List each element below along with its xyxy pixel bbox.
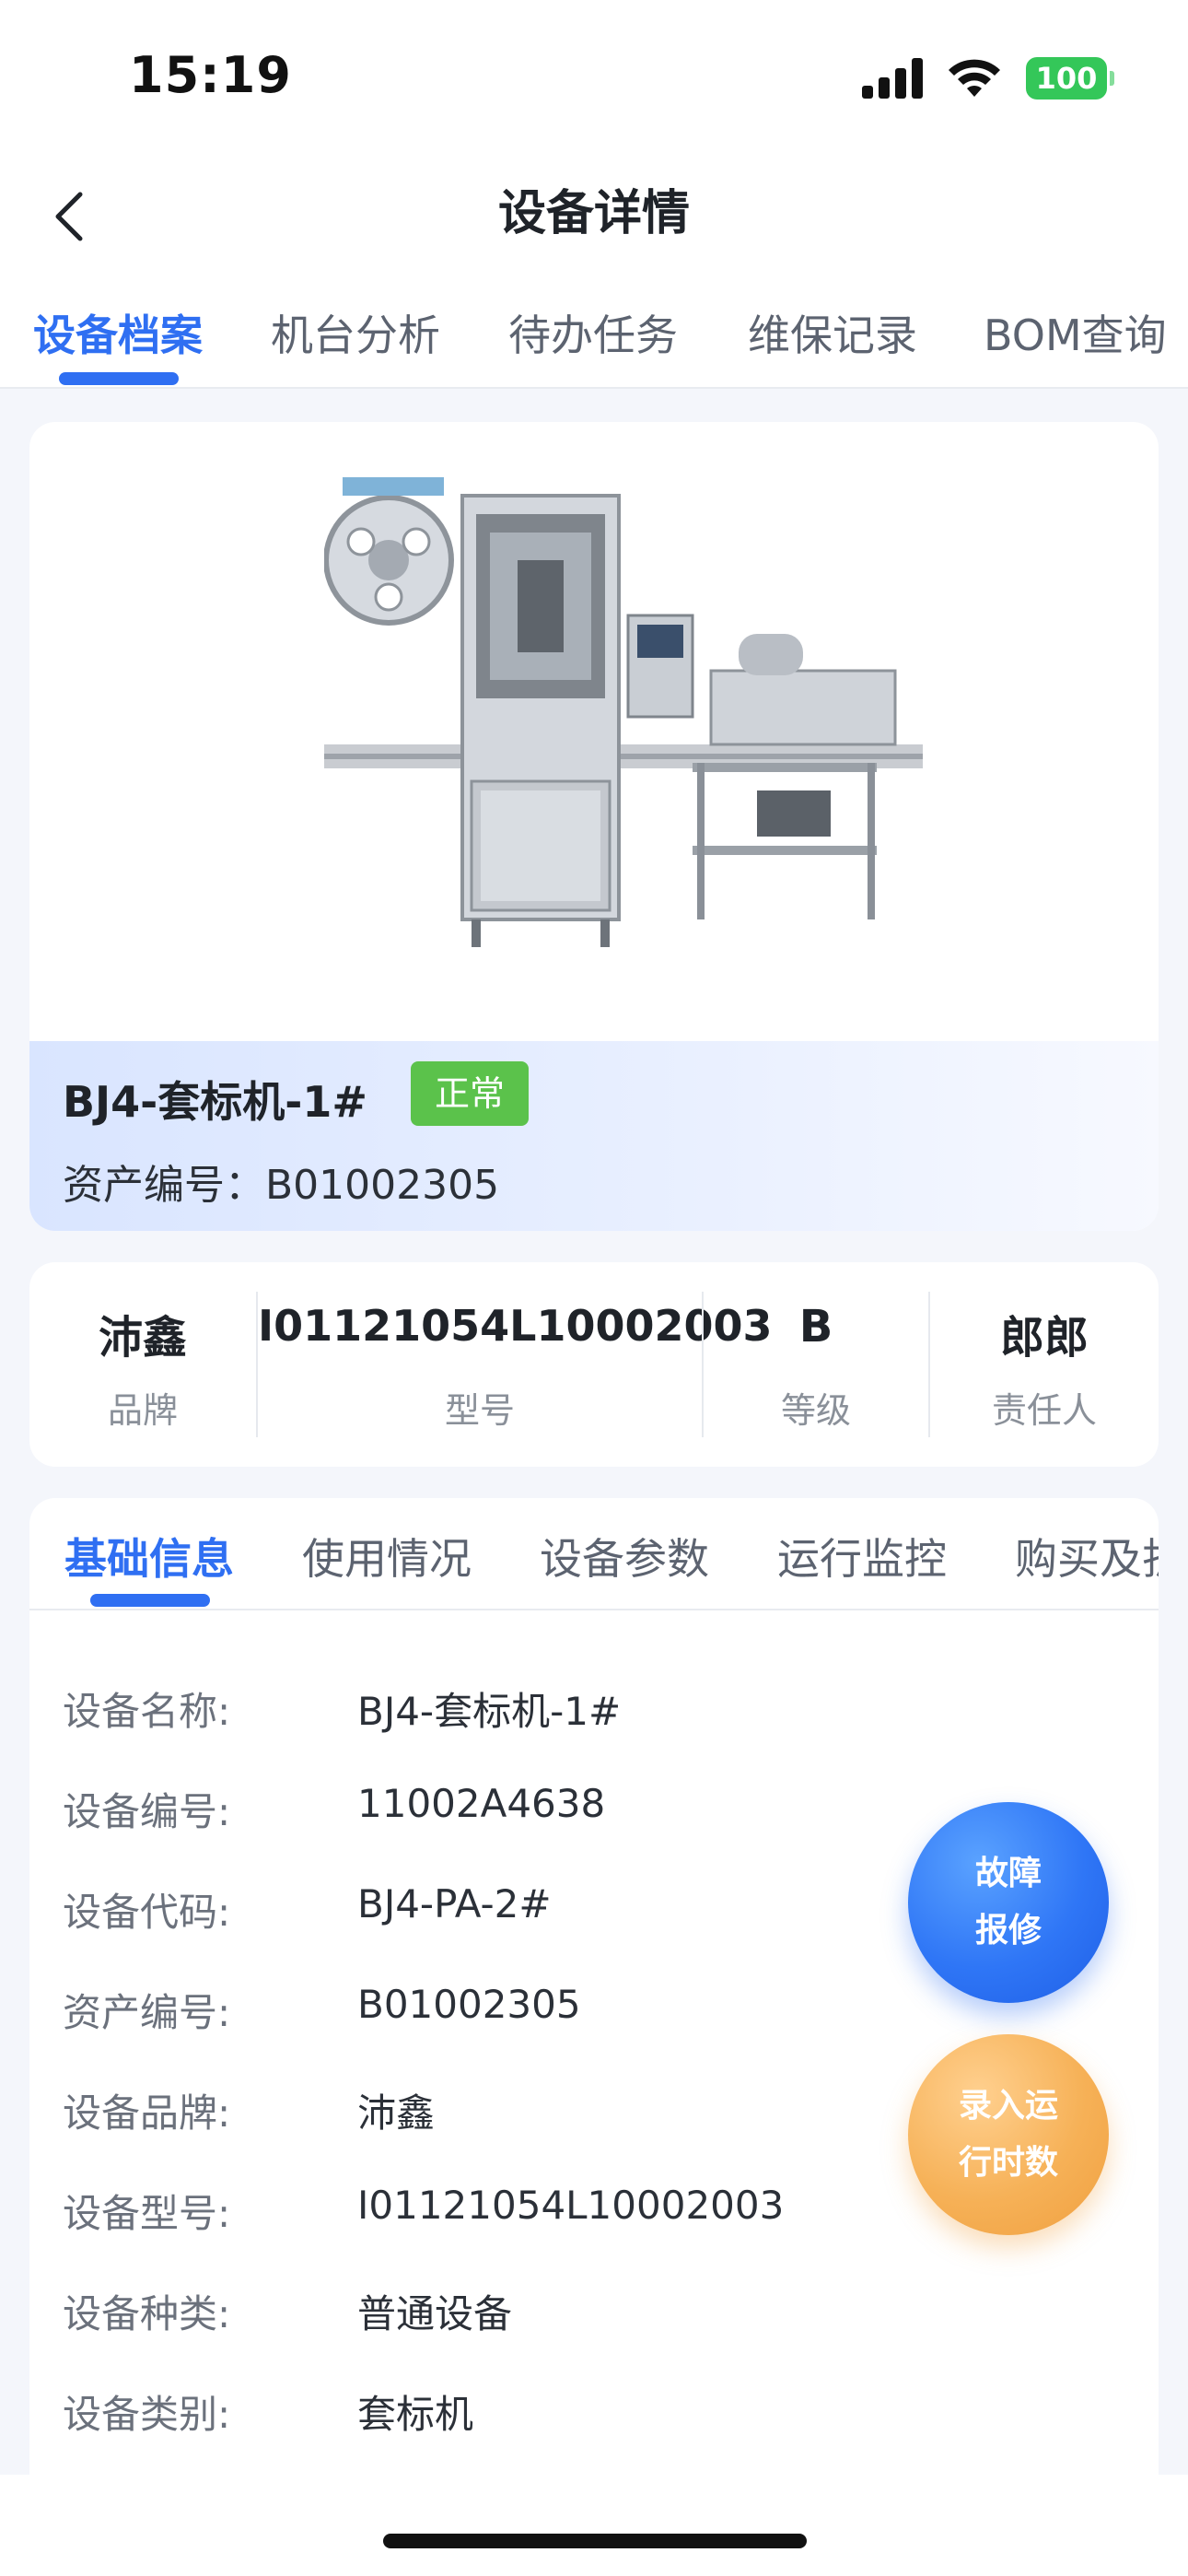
- stat-model: I01121054L10002003 型号: [258, 1262, 773, 1467]
- status-time: 15:19: [129, 46, 292, 104]
- stat-value: 沛鑫: [98, 1312, 187, 1364]
- info-label: 设备品牌:: [63, 2090, 231, 2136]
- info-label: 设备代码:: [63, 1890, 231, 1935]
- fault-report-button[interactable]: 故障 报修: [908, 1802, 1109, 2003]
- active-subtab-indicator: [90, 1594, 210, 1607]
- info-value: BJ4-套标机-1#: [357, 1689, 622, 1734]
- machine-image: [324, 477, 923, 947]
- stat-value: 郎郎: [999, 1312, 1089, 1364]
- top-tabs: 设备档案 机台分析 待办任务 维保记录 BOM查询: [0, 276, 1188, 389]
- info-label: 设备名称:: [63, 1689, 231, 1734]
- fab-label: 行时数: [958, 2144, 1058, 2182]
- tab-maintenance-records[interactable]: 维保记录: [748, 302, 917, 363]
- stat-grade: B 等级: [704, 1262, 928, 1467]
- subtab-basic-info[interactable]: 基础信息: [64, 1526, 234, 1587]
- fab-label: 录入运: [958, 2087, 1058, 2125]
- stat-label: 型号: [444, 1390, 515, 1431]
- status-badge: 正常: [411, 1061, 530, 1126]
- stat-label: 等级: [780, 1390, 851, 1431]
- info-value: 11002A4638: [357, 1781, 606, 1826]
- summary-card: 沛鑫 品牌 I01121054L10002003 型号 B 等级 郎郎 责任人: [29, 1262, 1159, 1467]
- info-label: 资产编号:: [63, 1990, 231, 2035]
- info-row-asset-number: 资产编号: B01002305: [63, 1973, 1076, 2046]
- info-value: I01121054L10002003: [357, 2183, 785, 2228]
- info-value: BJ4-PA-2#: [357, 1881, 552, 1926]
- info-row-type: 设备种类: 普通设备: [63, 2274, 1076, 2348]
- device-name: BJ4-套标机-1#: [63, 1077, 367, 1127]
- subtab-parameters[interactable]: 设备参数: [540, 1526, 709, 1587]
- info-label: 设备种类:: [63, 2291, 231, 2336]
- tab-machine-analysis[interactable]: 机台分析: [271, 302, 440, 363]
- page-title: 设备详情: [497, 186, 690, 241]
- tab-device-archive[interactable]: 设备档案: [33, 302, 203, 363]
- info-row-device-name: 设备名称: BJ4-套标机-1#: [63, 1671, 1076, 1745]
- info-row-category: 设备类别: 套标机: [63, 2374, 1076, 2448]
- status-icons: 100: [862, 57, 1114, 100]
- cellular-signal-icon: [862, 58, 923, 99]
- info-value: 普通设备: [357, 2291, 513, 2336]
- bottom-area: [0, 2475, 1188, 2576]
- info-label: 设备编号:: [63, 1789, 231, 1834]
- fab-label: 报修: [974, 1912, 1042, 1950]
- stat-brand: 沛鑫 品牌: [29, 1262, 256, 1467]
- info-value: B01002305: [357, 1982, 581, 2027]
- asset-number: 资产编号：B01002305: [63, 1162, 500, 1209]
- home-indicator[interactable]: [383, 2534, 807, 2548]
- subtab-purchase[interactable]: 购买及折: [1015, 1526, 1159, 1587]
- enter-runtime-button[interactable]: 录入运 行时数: [908, 2034, 1109, 2235]
- info-label: 设备类别:: [63, 2392, 231, 2437]
- battery-icon: 100: [1026, 57, 1114, 100]
- fab-label: 故障: [974, 1855, 1042, 1892]
- subtab-monitoring[interactable]: 运行监控: [777, 1526, 947, 1587]
- stat-owner: 郎郎 责任人: [930, 1262, 1159, 1467]
- stat-value: I01121054L10002003: [258, 1301, 773, 1351]
- info-label: 设备型号:: [63, 2191, 231, 2236]
- info-row-device-number: 设备编号: 11002A4638: [63, 1772, 1076, 1845]
- info-value: 沛鑫: [357, 2090, 436, 2136]
- device-banner: BJ4-套标机-1# 正常 资产编号：B01002305: [29, 1041, 1159, 1231]
- stat-label: 品牌: [107, 1390, 178, 1431]
- device-card: BJ4-套标机-1# 正常 资产编号：B01002305: [29, 422, 1159, 1231]
- info-value: 套标机: [357, 2392, 474, 2437]
- active-tab-indicator: [59, 372, 179, 385]
- tab-bom-query[interactable]: BOM查询: [984, 302, 1167, 363]
- sub-tabs: 基础信息 使用情况 设备参数 运行监控 购买及折: [29, 1498, 1159, 1610]
- stat-value: B: [798, 1301, 833, 1352]
- status-bar: 15:19 100: [0, 0, 1188, 157]
- wifi-icon: [949, 59, 1000, 97]
- stat-label: 责任人: [991, 1390, 1097, 1431]
- subtab-usage[interactable]: 使用情况: [302, 1526, 472, 1587]
- nav-bar: 设备详情: [0, 157, 1188, 276]
- tab-pending-tasks[interactable]: 待办任务: [508, 302, 678, 363]
